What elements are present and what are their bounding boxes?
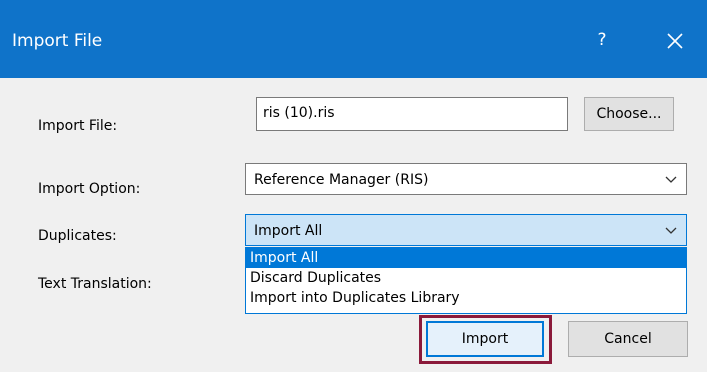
close-button[interactable] [662,28,688,54]
duplicates-select[interactable]: Import All [245,214,687,246]
text-translation-label: Text Translation: [38,276,152,292]
chevron-down-icon [665,227,677,234]
import-option-value: Reference Manager (RIS) [254,172,429,188]
import-option-select[interactable]: Reference Manager (RIS) [245,163,687,195]
duplicates-label: Duplicates: [38,228,117,244]
dropdown-option-import-into-duplicates-library[interactable]: Import into Duplicates Library [246,288,686,308]
help-button[interactable]: ? [588,26,616,54]
cancel-button[interactable]: Cancel [568,321,688,357]
duplicates-value: Import All [254,223,323,239]
choose-button[interactable]: Choose... [584,97,674,131]
import-option-label: Import Option: [38,181,141,197]
title-bar: Import File ? [0,0,707,78]
import-file-field[interactable]: ris (10).ris [256,97,568,131]
dropdown-option-discard-duplicates[interactable]: Discard Duplicates [246,268,686,288]
dialog-title: Import File [12,31,103,51]
import-button[interactable]: Import [426,321,544,357]
dropdown-option-import-all[interactable]: Import All [246,248,686,268]
chevron-down-icon [665,176,677,183]
import-file-label: Import File: [38,118,118,134]
duplicates-dropdown-list: Import All Discard Duplicates Import int… [245,247,687,314]
close-icon [667,33,683,49]
